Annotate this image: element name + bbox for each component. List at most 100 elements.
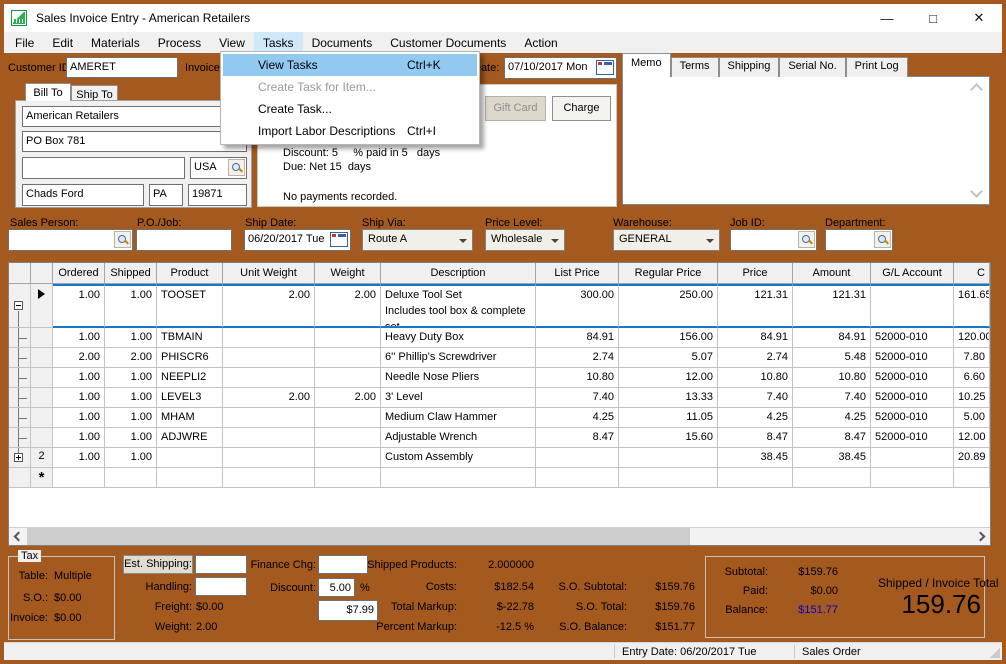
cell-weight[interactable]: [315, 328, 381, 348]
cell-product[interactable]: [157, 448, 223, 468]
cell-weight[interactable]: [315, 408, 381, 428]
table-row[interactable]: 1.001.00NEEPLI2Needle Nose Pliers10.8012…: [9, 368, 991, 388]
cell-list-price[interactable]: 10.80: [536, 368, 619, 388]
cell-list-price[interactable]: 8.47: [536, 428, 619, 448]
cell-regular-price[interactable]: 11.05: [619, 408, 718, 428]
tree-cell[interactable]: [9, 388, 31, 408]
calendar-icon[interactable]: [330, 232, 348, 247]
menubar-item-customer-documents[interactable]: Customer Documents: [381, 32, 515, 53]
tab-shipping[interactable]: Shipping: [719, 57, 780, 77]
bill-to-address1-input[interactable]: PO Box 781: [22, 131, 247, 152]
cell-g-l-account[interactable]: 52000-010: [871, 428, 954, 448]
cell-ordered[interactable]: 1.00: [53, 284, 105, 328]
menubar-item-tasks[interactable]: Tasks: [254, 32, 303, 53]
table-row[interactable]: 1.001.00LEVEL32.002.003' Level7.4013.337…: [9, 388, 991, 408]
cell-ordered[interactable]: 1.00: [53, 388, 105, 408]
cell-unit-weight[interactable]: 2.00: [223, 388, 315, 408]
cell-unit-weight[interactable]: [223, 428, 315, 448]
cell-c[interactable]: 10.25: [954, 388, 990, 408]
menubar-item-documents[interactable]: Documents: [303, 32, 382, 53]
cell-price[interactable]: 121.31: [718, 284, 793, 328]
cell-product[interactable]: [157, 468, 223, 488]
cell-unit-weight[interactable]: [223, 448, 315, 468]
cell-amount[interactable]: 84.91: [793, 328, 871, 348]
cell-unit-weight[interactable]: 2.00: [223, 284, 315, 328]
cell-price[interactable]: 2.74: [718, 348, 793, 368]
cell-c[interactable]: 120.00: [954, 328, 990, 348]
scrollbar-thumb[interactable]: [27, 528, 690, 545]
bill-to-address2-input[interactable]: [22, 157, 185, 179]
po-job-input[interactable]: [136, 229, 232, 251]
table-row[interactable]: 1.001.00ADJWREAdjustable Wrench8.4715.60…: [9, 428, 991, 448]
cell-unit-weight[interactable]: [223, 348, 315, 368]
cell-shipped[interactable]: 1.00: [105, 388, 157, 408]
cell-description[interactable]: Deluxe Tool Set Includes tool box & comp…: [381, 284, 536, 328]
row-header-cell[interactable]: [31, 348, 53, 368]
cell-regular-price[interactable]: 156.00: [619, 328, 718, 348]
tree-cell[interactable]: [9, 428, 31, 448]
cell-price[interactable]: 4.25: [718, 408, 793, 428]
cell-g-l-account[interactable]: [871, 284, 954, 328]
customer-id-input[interactable]: AMERET: [66, 57, 178, 78]
cell-c[interactable]: 7.80: [954, 348, 990, 368]
close-icon[interactable]: ✕: [956, 4, 1002, 32]
tree-cell[interactable]: [9, 408, 31, 428]
cell-shipped[interactable]: 1.00: [105, 408, 157, 428]
cell-weight[interactable]: [315, 448, 381, 468]
cell-ordered[interactable]: [53, 468, 105, 488]
cell-c[interactable]: 5.00: [954, 408, 990, 428]
cell-description[interactable]: [381, 468, 536, 488]
cell-ordered[interactable]: 1.00: [53, 328, 105, 348]
cell-regular-price[interactable]: 13.33: [619, 388, 718, 408]
scroll-up-icon[interactable]: [970, 83, 983, 96]
cell-c[interactable]: 161.65: [954, 284, 990, 328]
menu-item-view-tasks[interactable]: View TasksCtrl+K: [223, 54, 477, 76]
cell-g-l-account[interactable]: [871, 468, 954, 488]
cell-amount[interactable]: 8.47: [793, 428, 871, 448]
menubar-item-edit[interactable]: Edit: [43, 32, 82, 53]
cell-description[interactable]: Heavy Duty Box: [381, 328, 536, 348]
ship-via-select[interactable]: Route A: [362, 229, 473, 251]
cell-list-price[interactable]: 7.40: [536, 388, 619, 408]
cell-regular-price[interactable]: 15.60: [619, 428, 718, 448]
menubar-item-view[interactable]: View: [210, 32, 254, 53]
expand-icon[interactable]: [14, 453, 23, 462]
cell-c[interactable]: 20.89: [954, 448, 990, 468]
cell-product[interactable]: LEVEL3: [157, 388, 223, 408]
cell-shipped[interactable]: 1.00: [105, 284, 157, 328]
cell-price[interactable]: 10.80: [718, 368, 793, 388]
search-icon[interactable]: [114, 231, 131, 248]
cell-amount[interactable]: 38.45: [793, 448, 871, 468]
cell-unit-weight[interactable]: [223, 408, 315, 428]
menu-item-create-task-for-item[interactable]: Create Task for Item...: [223, 76, 477, 98]
cell-c[interactable]: 12.00: [954, 428, 990, 448]
scroll-right-icon[interactable]: [973, 528, 990, 545]
menubar-item-action[interactable]: Action: [515, 32, 566, 53]
warehouse-select[interactable]: GENERAL: [613, 229, 720, 251]
bill-to-country-input[interactable]: USA: [190, 157, 247, 179]
table-row[interactable]: 21.001.00Custom Assembly38.4538.4520.89: [9, 448, 991, 468]
invoice-date-input[interactable]: 07/10/2017 Mon: [504, 57, 617, 79]
tree-cell[interactable]: [9, 368, 31, 388]
row-header-cell[interactable]: [31, 368, 53, 388]
row-header-cell[interactable]: [31, 388, 53, 408]
cell-weight[interactable]: [315, 468, 381, 488]
row-header-cell[interactable]: [31, 468, 53, 488]
search-icon[interactable]: [798, 231, 815, 248]
row-header-cell[interactable]: [31, 408, 53, 428]
memo-textarea[interactable]: [622, 76, 990, 205]
department-input[interactable]: [825, 229, 893, 251]
cell-description[interactable]: 3' Level: [381, 388, 536, 408]
sales-person-input[interactable]: [8, 229, 133, 251]
calendar-icon[interactable]: [596, 60, 614, 75]
price-level-select[interactable]: Wholesale: [485, 229, 565, 251]
cell-regular-price[interactable]: 12.00: [619, 368, 718, 388]
cell-list-price[interactable]: 84.91: [536, 328, 619, 348]
cell-ordered[interactable]: 2.00: [53, 348, 105, 368]
cell-unit-weight[interactable]: [223, 468, 315, 488]
table-row[interactable]: 1.001.00TOOSET2.002.00Deluxe Tool Set In…: [9, 284, 991, 328]
cell-g-l-account[interactable]: 52000-010: [871, 348, 954, 368]
cell-product[interactable]: TBMAIN: [157, 328, 223, 348]
cell-ordered[interactable]: 1.00: [53, 368, 105, 388]
search-icon[interactable]: [228, 159, 245, 176]
